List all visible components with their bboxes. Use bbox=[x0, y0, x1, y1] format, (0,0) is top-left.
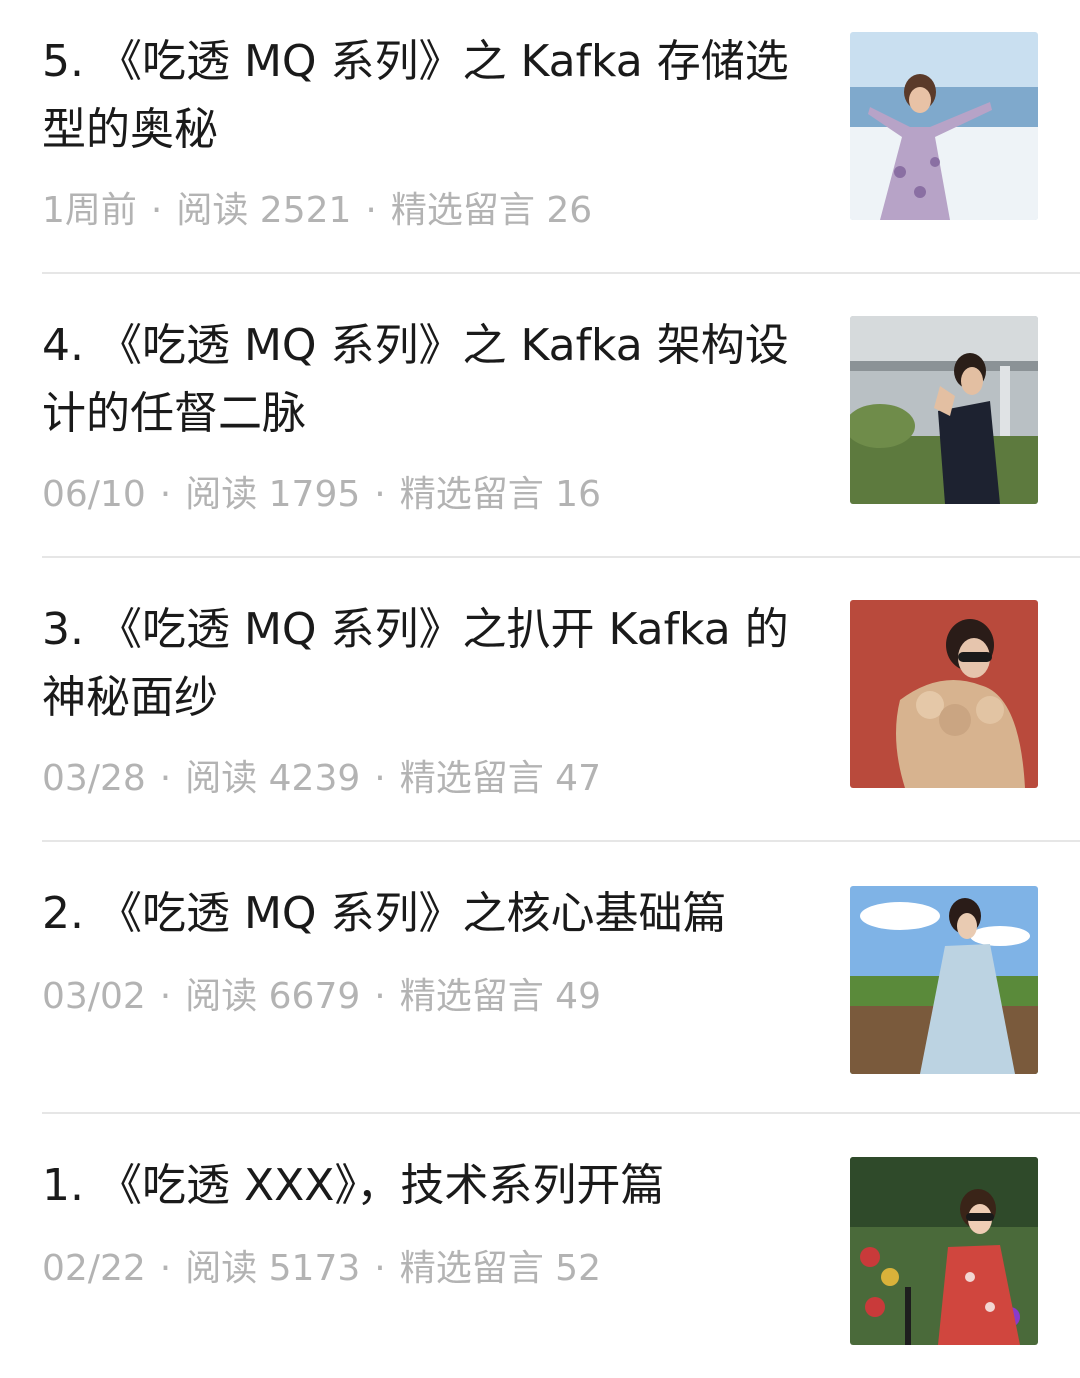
divider bbox=[42, 840, 1080, 842]
article-comments: 精选留言 49 bbox=[399, 976, 601, 1017]
article-title[interactable]: 5. 《吃透 MQ 系列》之 Kafka 存储选型的奥秘 bbox=[42, 28, 802, 164]
article-date: 06/10 bbox=[42, 474, 146, 515]
article-date: 1周前 bbox=[42, 190, 137, 231]
article-title[interactable]: 3. 《吃透 MQ 系列》之扒开 Kafka 的神秘面纱 bbox=[42, 596, 802, 732]
article-comments: 精选留言 47 bbox=[399, 758, 601, 799]
article-item[interactable]: 2. 《吃透 MQ 系列》之核心基础篇 03/02 · 阅读 6679 · 精选留言 4… bbox=[42, 880, 1080, 1080]
article-thumbnail[interactable] bbox=[850, 886, 1038, 1074]
photo-woman-garden-icon bbox=[850, 1157, 1038, 1345]
article-reads: 阅读 4239 bbox=[185, 758, 361, 799]
article-title[interactable]: 2. 《吃透 MQ 系列》之核心基础篇 bbox=[42, 880, 802, 948]
article-comments: 精选留言 52 bbox=[399, 1248, 601, 1289]
article-meta: 03/02 · 阅读 6679 · 精选留言 49 bbox=[42, 976, 601, 1017]
photo-woman-field-icon bbox=[850, 886, 1038, 1074]
photo-woman-building-icon bbox=[850, 316, 1038, 504]
article-meta: 03/28 · 阅读 4239 · 精选留言 47 bbox=[42, 758, 601, 799]
article-reads: 阅读 2521 bbox=[176, 190, 352, 231]
photo-woman-beach-icon bbox=[850, 32, 1038, 220]
article-item[interactable]: 3. 《吃透 MQ 系列》之扒开 Kafka 的神秘面纱 03/28 · 阅读 42… bbox=[42, 596, 1080, 836]
article-reads: 阅读 6679 bbox=[185, 976, 361, 1017]
divider bbox=[42, 1112, 1080, 1114]
article-thumbnail[interactable] bbox=[850, 32, 1038, 220]
article-item[interactable]: 1. 《吃透 XXX》，技术系列开篇 02/22 · 阅读 5173 · 精选留言 52 bbox=[42, 1152, 1080, 1352]
article-meta: 1周前 · 阅读 2521 · 精选留言 26 bbox=[42, 190, 593, 231]
article-comments: 精选留言 16 bbox=[399, 474, 601, 515]
article-date: 03/02 bbox=[42, 976, 146, 1017]
article-meta: 02/22 · 阅读 5173 · 精选留言 52 bbox=[42, 1248, 601, 1289]
divider bbox=[42, 556, 1080, 558]
article-thumbnail[interactable] bbox=[850, 600, 1038, 788]
article-item[interactable]: 5. 《吃透 MQ 系列》之 Kafka 存储选型的奥秘 1周前 · 阅读 2521… bbox=[42, 28, 1080, 268]
article-title[interactable]: 4. 《吃透 MQ 系列》之 Kafka 架构设计的任督二脉 bbox=[42, 312, 802, 448]
article-reads: 阅读 1795 bbox=[185, 474, 361, 515]
article-comments: 精选留言 26 bbox=[390, 190, 593, 231]
article-title[interactable]: 1. 《吃透 XXX》，技术系列开篇 bbox=[42, 1152, 802, 1220]
article-date: 03/28 bbox=[42, 758, 146, 799]
divider bbox=[42, 272, 1080, 274]
article-meta: 06/10 · 阅读 1795 · 精选留言 16 bbox=[42, 474, 601, 515]
article-thumbnail[interactable] bbox=[850, 316, 1038, 504]
article-item[interactable]: 4. 《吃透 MQ 系列》之 Kafka 架构设计的任督二脉 06/10 · 阅读 … bbox=[42, 312, 1080, 552]
photo-woman-fur-coat-icon bbox=[850, 600, 1038, 788]
article-reads: 阅读 5173 bbox=[185, 1248, 361, 1289]
article-thumbnail[interactable] bbox=[850, 1157, 1038, 1345]
article-date: 02/22 bbox=[42, 1248, 146, 1289]
